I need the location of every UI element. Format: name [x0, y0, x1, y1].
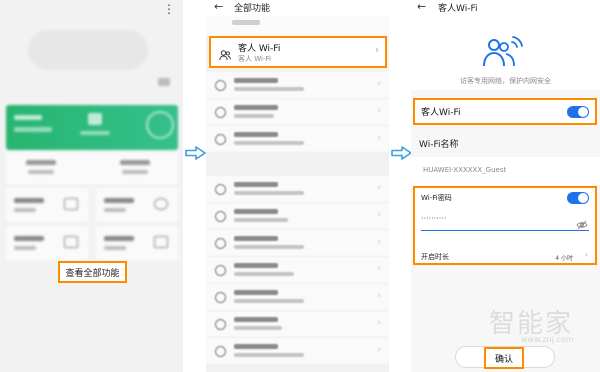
- header-bar: ← 全部功能: [206, 0, 389, 16]
- function-list-group: › › ›: [206, 72, 389, 153]
- home-blurred-content: [0, 0, 183, 372]
- guest-wifi-toggle-row: 客人Wi-Fi: [413, 98, 597, 125]
- view-all-functions-button[interactable]: 查看全部功能: [58, 261, 127, 283]
- speed-card: [6, 152, 178, 184]
- eye-off-icon[interactable]: [576, 215, 588, 230]
- chevron-right-icon: ›: [375, 45, 379, 56]
- guest-wifi-toggle-label: 客人Wi-Fi: [421, 108, 461, 118]
- guest-wifi-label: 客人 Wi-Fi: [238, 44, 281, 54]
- home-screen-panel: ⋮ 查看全部功能: [0, 0, 183, 372]
- arrow-right-icon: [185, 146, 207, 160]
- guest-wifi-menu-item[interactable]: 客人 Wi-Fi 客人 Wi-Fi ›: [209, 36, 387, 68]
- list-item[interactable]: ›: [206, 338, 389, 365]
- function-tile[interactable]: [6, 226, 88, 260]
- tutorial-screenshot: ⋮ 查看全部功能 ← 全部功能 客人 Wi-Fi 客人 Wi-Fi › › › …: [0, 0, 600, 372]
- more-vertical-icon[interactable]: ⋮: [163, 2, 175, 16]
- status-card[interactable]: [6, 105, 178, 150]
- guest-wifi-icon: [481, 34, 525, 68]
- wifi-password-switch[interactable]: [567, 192, 589, 204]
- wifi-password-label: Wi-Fi密码: [421, 194, 452, 202]
- duration-value[interactable]: 4 小时: [555, 253, 573, 262]
- function-list-group: › › › › › › ›: [206, 176, 389, 365]
- huawei-logo: [158, 78, 170, 86]
- wifi-name-value: HUAWEI-XXXXXX_Guest: [423, 166, 507, 174]
- header-bar: ← 客人Wi-Fi: [411, 0, 600, 16]
- all-functions-panel: ← 全部功能 客人 Wi-Fi 客人 Wi-Fi › › › › › › › ›…: [206, 0, 389, 372]
- list-item[interactable]: ›: [206, 72, 389, 99]
- arrow-left-icon[interactable]: ←: [214, 0, 223, 13]
- hero-description: 访客专用网络，保护内网安全: [460, 77, 551, 85]
- list-item[interactable]: ›: [206, 284, 389, 311]
- guest-wifi-switch[interactable]: [567, 106, 589, 118]
- list-item[interactable]: ›: [206, 176, 389, 203]
- page-title: 客人Wi-Fi: [438, 4, 478, 14]
- list-item[interactable]: ›: [206, 230, 389, 257]
- wifi-name-field[interactable]: HUAWEI-XXXXXX_Guest: [411, 157, 600, 185]
- list-item[interactable]: ›: [206, 126, 389, 153]
- router-image-placeholder: [28, 30, 148, 70]
- list-item[interactable]: ›: [206, 257, 389, 284]
- list-item[interactable]: ›: [206, 203, 389, 230]
- wifi-name-label: Wi-Fi名称: [419, 140, 459, 150]
- password-settings-box: Wi-Fi密码 ·········· 开启时长 4 小时 ›: [413, 186, 597, 265]
- password-input[interactable]: ··········: [421, 214, 446, 223]
- confirm-button[interactable]: 确认: [484, 347, 524, 369]
- guest-wifi-sublabel: 客人 Wi-Fi: [238, 55, 271, 63]
- arrow-right-icon: [391, 146, 413, 160]
- guest-wifi-settings-panel: ← 客人Wi-Fi 访客专用网络，保护内网安全 客人Wi-Fi Wi-Fi名称: [411, 0, 600, 372]
- guest-users-icon: [219, 46, 231, 61]
- list-item[interactable]: ›: [206, 311, 389, 338]
- chevron-right-icon[interactable]: ›: [585, 250, 588, 259]
- function-tile[interactable]: [96, 226, 178, 260]
- list-item[interactable]: [206, 16, 389, 36]
- function-tile[interactable]: [6, 188, 88, 222]
- password-underline: [421, 230, 589, 231]
- duration-label: 开启时长: [421, 253, 449, 261]
- page-title: 全部功能: [234, 4, 271, 14]
- guest-wifi-hero: 访客专用网络，保护内网安全: [411, 16, 600, 90]
- arrow-left-icon[interactable]: ←: [417, 0, 426, 13]
- function-tile[interactable]: [96, 188, 178, 222]
- list-item[interactable]: ›: [206, 99, 389, 126]
